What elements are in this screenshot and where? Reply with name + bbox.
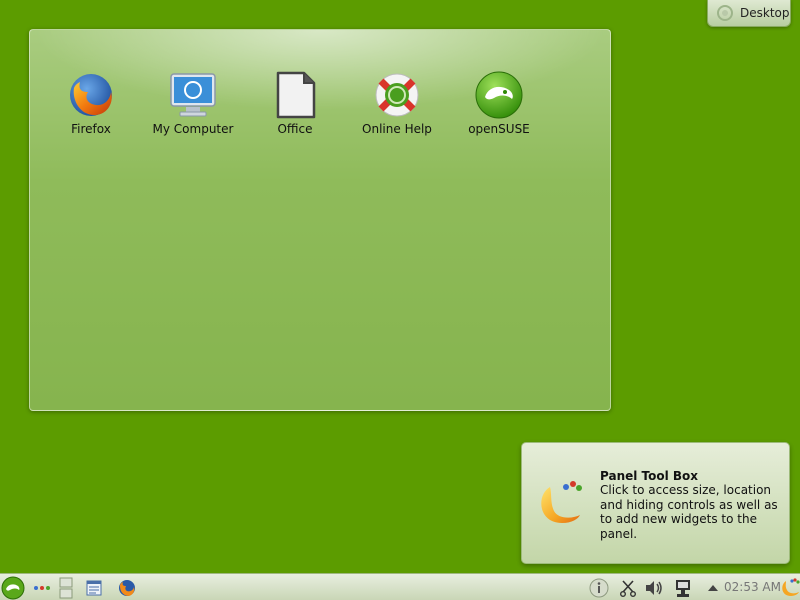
- tooltip-title: Panel Tool Box: [600, 469, 699, 483]
- panel-toolbox-tooltip: Panel Tool Box Click to access size, loc…: [521, 442, 790, 564]
- desktop-icon-label: openSUSE: [468, 122, 530, 136]
- desktop-cashew-button[interactable]: Desktop: [707, 0, 791, 27]
- pager-widget[interactable]: [58, 576, 74, 599]
- network-icon: [676, 579, 690, 597]
- desktop-icon-opensuse[interactable]: openSUSE: [449, 70, 549, 136]
- klipper-scissors-icon: [620, 579, 636, 597]
- panel-toolbox-icon: [541, 481, 582, 523]
- folder-view-widget[interactable]: Firefox My Computer Office Online Help o…: [29, 29, 611, 411]
- volume-button[interactable]: [643, 576, 665, 599]
- cashew-icon: [717, 5, 733, 21]
- activity-dots-icon: [34, 585, 50, 590]
- pager-icon: [59, 577, 73, 598]
- tray-expand-icon: [708, 584, 718, 591]
- network-button[interactable]: [672, 576, 694, 599]
- desktop-icon-label: My Computer: [152, 122, 234, 136]
- notifications-button[interactable]: [588, 576, 610, 599]
- desktop-icon-label: Firefox: [71, 122, 111, 136]
- desktop-icon-my-computer[interactable]: My Computer: [143, 70, 243, 136]
- task-manager-icon: [86, 580, 102, 595]
- task-manager-button[interactable]: [84, 576, 104, 599]
- digital-clock[interactable]: 02:53 AM: [724, 580, 781, 594]
- computer-icon: [170, 73, 216, 117]
- info-icon: [589, 578, 609, 597]
- desktop-cashew-label: Desktop: [740, 6, 790, 20]
- desktop-icon-label: Online Help: [362, 122, 432, 136]
- klipper-button[interactable]: [617, 576, 639, 599]
- system-tray-expander[interactable]: [704, 576, 722, 599]
- firefox-icon: [70, 74, 112, 116]
- office-document-icon: [276, 71, 316, 119]
- opensuse-icon: [475, 71, 523, 119]
- firefox-launcher-icon: [119, 579, 135, 596]
- bottom-panel: 02:53 AM: [0, 573, 800, 600]
- kickoff-menu-button[interactable]: [0, 576, 26, 599]
- panel-toolbox-button[interactable]: [779, 576, 800, 599]
- desktop-icon-label: Office: [277, 122, 313, 136]
- desktop-icon-firefox[interactable]: Firefox: [41, 70, 141, 136]
- activity-switcher-button[interactable]: [32, 576, 52, 599]
- kickoff-menu-icon: [1, 576, 25, 599]
- tooltip-body: Click to access size, location and hidin…: [600, 483, 778, 541]
- panel-toolbox-icon: [781, 577, 800, 596]
- volume-icon: [646, 580, 662, 595]
- desktop-icon-office[interactable]: Office: [245, 70, 345, 136]
- help-lifebuoy-icon: [375, 73, 419, 117]
- desktop-icon-online-help[interactable]: Online Help: [347, 70, 447, 136]
- firefox-launcher[interactable]: [116, 576, 138, 599]
